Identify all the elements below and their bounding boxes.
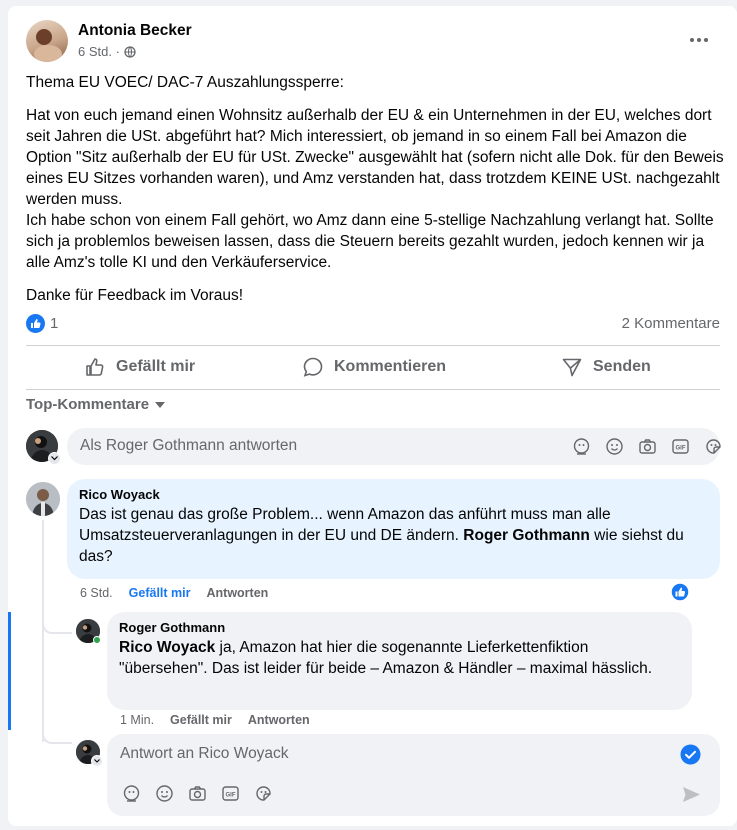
divider bbox=[26, 389, 720, 390]
reaction-summary[interactable]: 1 bbox=[26, 314, 58, 333]
reply-input-placeholder: Antwort an Rico Woyack bbox=[120, 745, 289, 762]
post-paragraph: Danke für Feedback im Voraus! bbox=[26, 287, 244, 304]
author-avatar[interactable] bbox=[26, 20, 68, 62]
camera-icon[interactable] bbox=[188, 784, 207, 803]
comment-input[interactable]: Als Roger Gothmann antworten GIF bbox=[67, 428, 723, 465]
avatar-sticker-icon[interactable] bbox=[572, 437, 591, 456]
thread-line bbox=[42, 520, 44, 742]
composer-toolbar: GIF bbox=[572, 437, 723, 456]
like-button-label: Gefällt mir bbox=[116, 358, 196, 375]
emoji-icon[interactable] bbox=[605, 437, 624, 456]
comment-button[interactable]: Kommentieren bbox=[302, 356, 446, 378]
sticker-icon[interactable] bbox=[254, 784, 273, 803]
avatar-sticker-icon[interactable] bbox=[122, 784, 141, 803]
thread-highlight-line bbox=[8, 612, 11, 730]
gif-icon[interactable]: GIF bbox=[221, 784, 240, 803]
more-options-icon[interactable] bbox=[684, 32, 714, 48]
reply-like-button[interactable]: Gefällt mir bbox=[170, 713, 232, 727]
comment-text: Das ist genau das große Problem... wenn … bbox=[79, 504, 708, 567]
reply-reply-button[interactable]: Antworten bbox=[248, 713, 310, 727]
gif-icon[interactable]: GIF bbox=[671, 437, 690, 456]
comment-like-button[interactable]: Gefällt mir bbox=[129, 586, 191, 600]
post-meta: 6 Std. · bbox=[78, 44, 136, 59]
sticker-icon[interactable] bbox=[704, 437, 723, 456]
thread-branch bbox=[42, 730, 72, 744]
like-count: 1 bbox=[50, 315, 59, 332]
comments-count[interactable]: 2 Kommentare bbox=[622, 315, 720, 332]
post-paragraph: Thema EU VOEC/ DAC-7 Auszahlungssperre: bbox=[26, 74, 344, 91]
avatar-chevron-icon[interactable] bbox=[91, 755, 103, 767]
send-icon[interactable] bbox=[682, 786, 701, 808]
online-status-dot bbox=[93, 636, 101, 644]
comment-reply-button[interactable]: Antworten bbox=[207, 586, 269, 600]
send-arrow-icon bbox=[561, 356, 583, 378]
comment-bubble: Rico Woyack Das ist genau das große Prob… bbox=[67, 479, 720, 579]
mention-link[interactable]: Rico Woyack bbox=[119, 639, 215, 656]
camera-icon[interactable] bbox=[638, 437, 657, 456]
post-body: Thema EU VOEC/ DAC-7 Auszahlungssperre: … bbox=[26, 72, 726, 306]
svg-text:GIF: GIF bbox=[676, 445, 686, 451]
post-time[interactable]: 6 Std. · bbox=[78, 44, 120, 59]
reply-author[interactable]: Roger Gothmann bbox=[119, 620, 680, 635]
comment-meta: 6 Std. Gefällt mir Antworten bbox=[80, 586, 268, 600]
comment-time[interactable]: 6 Std. bbox=[80, 586, 113, 600]
like-reaction-icon bbox=[26, 314, 45, 333]
emoji-icon[interactable] bbox=[155, 784, 174, 803]
reply-text: Rico Woyack ja, Amazon hat hier die soge… bbox=[119, 637, 680, 679]
svg-text:GIF: GIF bbox=[226, 792, 236, 798]
like-button[interactable]: Gefällt mir bbox=[84, 356, 195, 378]
comment-like-reaction-icon[interactable] bbox=[670, 582, 690, 607]
commenter-avatar[interactable] bbox=[26, 482, 60, 516]
comment-button-label: Kommentieren bbox=[334, 358, 447, 375]
reply-toolbar: GIF bbox=[122, 784, 273, 803]
caret-down-icon bbox=[155, 401, 166, 408]
send-button-label: Senden bbox=[593, 358, 651, 375]
reply-time[interactable]: 1 Min. bbox=[120, 713, 154, 727]
post-paragraph: Hat von euch jemand einen Wohnsitz außer… bbox=[26, 107, 724, 271]
globe-icon bbox=[124, 45, 136, 58]
sort-label: Top-Kommentare bbox=[26, 396, 150, 413]
author-name[interactable]: Antonia Becker bbox=[78, 22, 192, 40]
reply-meta: 1 Min. Gefällt mir Antworten bbox=[120, 713, 310, 727]
comment-author[interactable]: Rico Woyack bbox=[79, 487, 708, 502]
reply-bubble: Roger Gothmann Rico Woyack ja, Amazon ha… bbox=[107, 612, 692, 710]
avatar-chevron-icon[interactable] bbox=[48, 452, 61, 465]
send-button[interactable]: Senden bbox=[561, 356, 651, 378]
post-card: Antonia Becker 6 Std. · Thema EU VOEC/ D… bbox=[8, 6, 737, 826]
comment-bubble-icon bbox=[302, 356, 324, 378]
reply-input[interactable]: Antwort an Rico Woyack GIF bbox=[107, 734, 720, 816]
thumbs-up-icon bbox=[84, 356, 106, 378]
mention-link[interactable]: Roger Gothmann bbox=[463, 527, 590, 544]
divider bbox=[26, 345, 720, 346]
thread-branch bbox=[42, 620, 72, 634]
checkmark-icon[interactable] bbox=[680, 744, 701, 770]
comment-input-placeholder: Als Roger Gothmann antworten bbox=[80, 437, 298, 454]
comment-sort-dropdown[interactable]: Top-Kommentare bbox=[26, 396, 166, 413]
